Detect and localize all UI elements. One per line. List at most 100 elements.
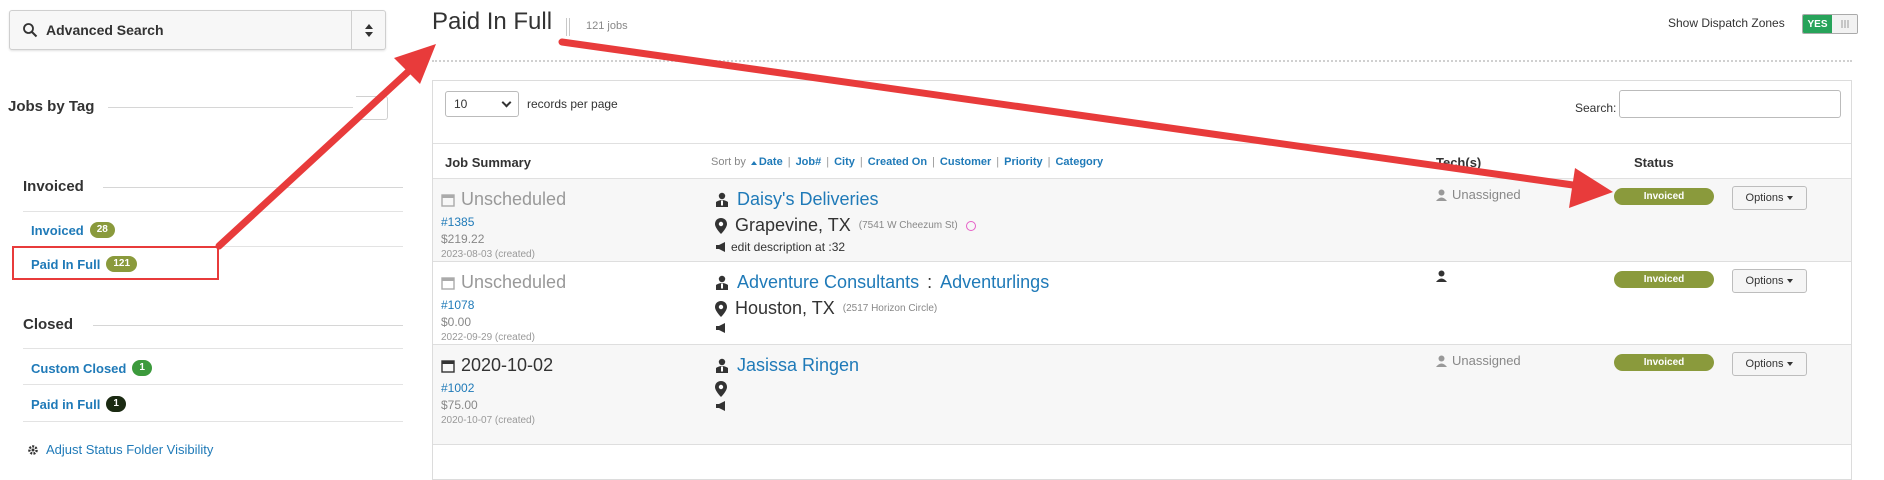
calendar-icon [441,276,455,290]
job-date: 2020-10-02 [441,355,553,376]
description-line [715,401,859,411]
sort-created-on[interactable]: Created On [868,156,927,168]
options-label: Options [1745,192,1784,204]
location-line: Grapevine, TX (7541 W Cheezum St) [715,215,976,236]
customer-line: Jasissa Ringen [715,355,859,376]
toggle-on-label: YES [1803,15,1832,33]
status-badge: Invoiced [1614,354,1714,371]
expand-collapse-icon[interactable] [351,11,385,49]
divider [23,211,403,212]
column-header-job-summary: Job Summary [445,155,531,170]
title-separator [566,18,570,36]
options-label: Options [1745,358,1784,370]
job-number-link[interactable]: #1078 [441,298,566,312]
address-text: (7541 W Cheezum St) [858,220,958,231]
sidebar-item-label: Custom Closed [31,360,127,376]
sidebar-item-custom-closed[interactable]: Custom Closed 1 [31,360,152,376]
status-badge: Invoiced [1614,271,1714,288]
job-price: $75.00 [441,398,478,412]
job-date: Unscheduled [441,272,566,293]
job-price: $0.00 [441,315,472,329]
separator: | [932,156,935,168]
customer-cell: Adventure Consultants : Adventurlings Ho… [715,272,1049,333]
separator: | [859,156,863,168]
count-badge: 1 [132,360,152,376]
sort-job-number[interactable]: Job# [796,156,822,168]
user-icon [1436,355,1447,367]
megaphone-icon [716,401,725,411]
job-number-link[interactable]: #1385 [441,215,566,229]
column-header-status: Status [1634,155,1674,170]
page-size-value: 10 [454,97,468,111]
megaphone-icon [716,242,725,252]
zone-dot-icon [965,220,976,231]
sort-customer[interactable]: Customer [940,156,991,168]
options-button[interactable]: Options [1732,186,1807,210]
gear-icon [28,444,38,455]
customer-link[interactable]: Adventure Consultants [737,272,919,293]
job-summary-cell: Unscheduled #1385 $219.22 2023-08-03 (cr… [441,189,566,260]
address-text: (2517 Horizon Circle) [842,303,938,314]
job-date: Unscheduled [441,189,566,210]
options-label: Options [1745,275,1784,287]
section-closed: Closed [23,316,403,333]
advanced-search-toggle[interactable]: Advanced Search [9,10,386,50]
customer-link[interactable]: Daisy's Deliveries [737,189,878,210]
search-input[interactable] [1619,90,1841,118]
job-date-text: Unscheduled [461,189,567,209]
adjust-status-folder-label: Adjust Status Folder Visibility [46,442,214,457]
count-badge: 1 [106,396,126,412]
dispatch-zones-label: Show Dispatch Zones [1668,16,1785,30]
map-pin-icon [715,300,727,317]
megaphone-icon [716,323,725,333]
sidebar-item-label: Paid in Full [31,396,101,412]
sort-date-label: Date [758,156,783,168]
customer-icon [716,192,728,207]
calendar-icon [441,359,455,373]
sidebar-item-invoiced[interactable]: Invoiced 28 [31,222,115,238]
sidebar-item-paid-in-full-closed[interactable]: Paid in Full 1 [31,396,126,412]
options-button[interactable]: Options [1732,269,1807,293]
customer-link[interactable]: Jasissa Ringen [737,355,859,376]
options-button[interactable]: Options [1732,352,1807,376]
job-number-link[interactable]: #1002 [441,381,553,395]
sidebar: Advanced Search Jobs by Tag Invoiced Inv… [0,0,403,468]
divider [93,325,403,326]
map-pin-icon [715,381,727,397]
section-title: Closed [23,316,74,333]
sort-category[interactable]: Category [1055,156,1103,168]
job-count: 121 jobs [586,20,628,32]
table-row: Unscheduled #1078 $0.00 2022-09-29 (crea… [433,262,1851,345]
customer-line: Adventure Consultants : Adventurlings [715,272,1049,293]
records-per-page: 10 records per page [445,91,618,117]
divider [23,348,403,349]
section-title: Invoiced [23,178,84,195]
jobs-by-tag-title: Jobs by Tag [8,98,95,115]
chevron-down-icon [501,97,512,108]
job-price: $219.22 [441,232,485,246]
status-badge: Invoiced [1614,188,1714,205]
count-badge: 28 [89,222,115,238]
job-summary-cell: Unscheduled #1078 $0.00 2022-09-29 (crea… [441,272,566,343]
sort-date[interactable]: Date [750,156,783,168]
sort-priority[interactable]: Priority [1004,156,1043,168]
sub-customer-link[interactable]: Adventurlings [940,272,1049,293]
tech-cell: Unassigned [1436,187,1521,202]
description-line: edit description at :32 [715,240,976,254]
sort-by-label: Sort by [711,156,746,168]
caret-down-icon [1787,196,1794,200]
dispatch-zones-toggle[interactable]: YES [1802,14,1858,34]
tech-name: Unassigned [1452,353,1521,368]
location-line [715,381,859,397]
tech-cell: Unassigned [1436,353,1521,368]
customer-line: Daisy's Deliveries [715,189,976,210]
job-created: 2023-08-03 (created) [441,249,535,260]
sort-city[interactable]: City [834,156,855,168]
customer-cell: Jasissa Ringen [715,355,859,411]
page-size-select[interactable]: 10 [445,91,519,117]
jobs-by-tag-section: Jobs by Tag [8,96,388,120]
tag-select[interactable] [356,96,388,120]
location-line: Houston, TX (2517 Horizon Circle) [715,298,1049,319]
sort-ascending-icon [750,161,757,165]
adjust-status-folder-link[interactable]: Adjust Status Folder Visibility [27,442,213,457]
